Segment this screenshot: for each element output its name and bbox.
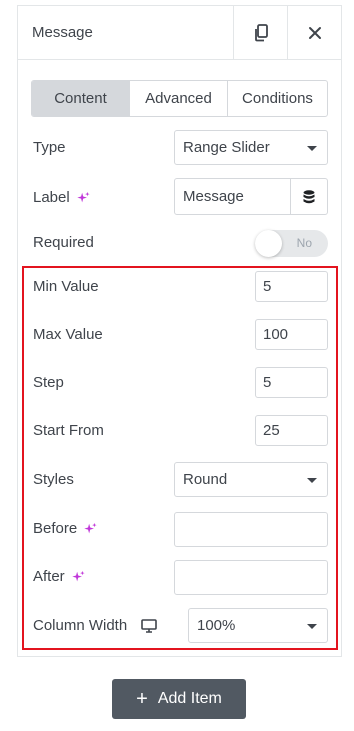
ai-sparkle-icon[interactable] [71, 570, 85, 584]
label-label: Label [33, 189, 70, 206]
label-input[interactable]: Message [175, 179, 290, 214]
styles-select-value: Round [183, 471, 228, 488]
before-input[interactable] [174, 512, 328, 547]
styles-label: Styles [33, 471, 74, 488]
toggle-state-text: No [296, 236, 312, 250]
column-width-select[interactable]: 100% [188, 608, 328, 643]
ai-sparkle-icon[interactable] [83, 522, 97, 536]
tab-conditions[interactable]: Conditions [228, 81, 327, 116]
database-icon [303, 189, 315, 203]
tab-content[interactable]: Content [32, 81, 130, 116]
duplicate-button[interactable] [233, 6, 287, 60]
desktop-icon[interactable] [141, 618, 158, 633]
start-from-input[interactable]: 25 [255, 415, 328, 446]
after-row-label: After [33, 568, 85, 585]
copy-icon [254, 24, 268, 42]
type-select[interactable]: Range Slider [174, 130, 328, 165]
type-select-value: Range Slider [183, 139, 270, 156]
toggle-knob [255, 230, 282, 257]
close-icon [308, 27, 321, 39]
tab-advanced[interactable]: Advanced [130, 81, 228, 116]
required-label: Required [33, 234, 94, 251]
max-value-label: Max Value [33, 326, 103, 343]
min-value-input[interactable]: 5 [255, 271, 328, 302]
before-label: Before [33, 520, 78, 537]
plus-icon: + [136, 688, 148, 710]
item-title[interactable]: Message [32, 24, 93, 41]
repeater-item-panel: Message Content Advanced Conditions Type… [17, 5, 342, 657]
before-row-label: Before [33, 520, 97, 537]
styles-select[interactable]: Round [174, 462, 328, 497]
panel-header: Message [18, 6, 341, 60]
after-label: After [33, 568, 65, 585]
settings-tabs: Content Advanced Conditions [31, 80, 328, 117]
remove-button[interactable] [287, 6, 341, 60]
after-input[interactable] [174, 560, 328, 595]
add-item-button[interactable]: + Add Item [112, 679, 246, 719]
ai-sparkle-icon[interactable] [76, 191, 90, 205]
chevron-down-icon [307, 146, 317, 151]
min-value-label: Min Value [33, 278, 99, 295]
start-from-label: Start From [33, 422, 104, 439]
add-item-label: Add Item [157, 690, 222, 707]
column-width-select-value: 100% [197, 617, 236, 634]
label-row-label: Label [33, 189, 90, 206]
label-field: Message [174, 178, 328, 215]
column-width-row-label: Column Width [33, 617, 158, 634]
chevron-down-icon [307, 478, 317, 483]
max-value-input[interactable]: 100 [255, 319, 328, 350]
dynamic-tags-button[interactable] [290, 179, 327, 214]
step-input[interactable]: 5 [255, 367, 328, 398]
column-width-label: Column Width [33, 617, 128, 634]
chevron-down-icon [307, 624, 317, 629]
type-label: Type [33, 139, 66, 156]
step-label: Step [33, 374, 64, 391]
required-toggle[interactable]: No [255, 230, 328, 257]
